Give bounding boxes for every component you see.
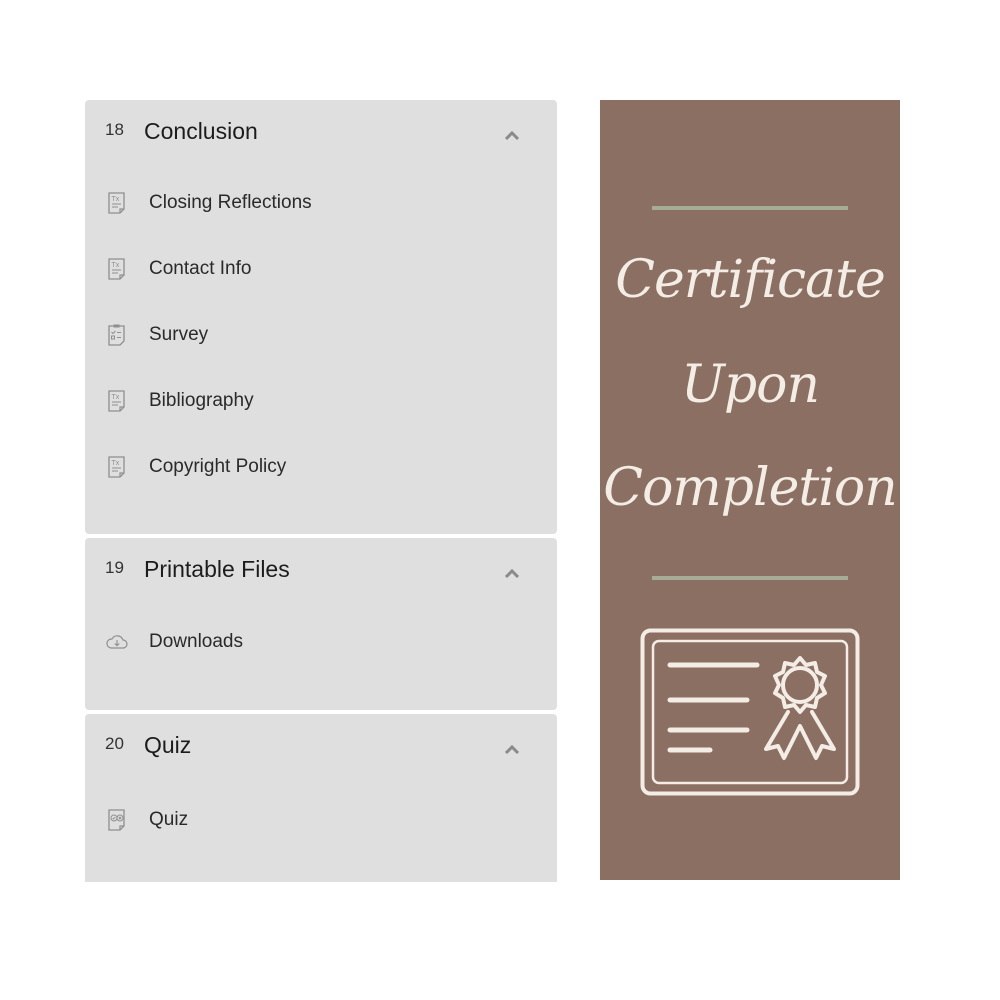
lesson-item[interactable]: Tx Closing Reflections <box>85 183 557 223</box>
top-divider <box>652 206 848 210</box>
certificate-panel: Certificate Upon Completion <box>600 100 900 880</box>
chevron-up-icon[interactable] <box>503 128 521 142</box>
module-number: 20 <box>105 734 124 753</box>
survey-clipboard-icon <box>108 324 125 346</box>
module-quiz: 20 Quiz Quiz <box>85 714 557 882</box>
course-outline: 18 Conclusion Tx Closing Reflections Tx … <box>85 100 557 882</box>
lesson-item[interactable]: Tx Copyright Policy <box>85 447 557 487</box>
text-document-icon: Tx <box>108 456 125 478</box>
cloud-download-icon <box>106 635 128 649</box>
module-number: 19 <box>105 558 124 577</box>
module-header[interactable]: 18 Conclusion <box>85 100 557 166</box>
lesson-item[interactable]: Tx Bibliography <box>85 381 557 421</box>
svg-text:Tx: Tx <box>112 196 120 203</box>
lesson-item[interactable]: Tx Contact Info <box>85 249 557 289</box>
chevron-up-icon[interactable] <box>503 742 521 756</box>
quiz-icon <box>108 809 125 831</box>
module-number: 18 <box>105 120 124 139</box>
lesson-item[interactable]: Quiz <box>85 800 557 840</box>
lesson-label: Contact Info <box>149 258 252 279</box>
lesson-label: Closing Reflections <box>149 192 312 213</box>
module-title: Quiz <box>144 732 192 758</box>
text-document-icon: Tx <box>108 390 125 412</box>
certificate-heading-line2: Upon <box>681 355 820 415</box>
module-conclusion: 18 Conclusion Tx Closing Reflections Tx … <box>85 100 557 534</box>
certificate-heading-line1: Certificate <box>615 250 886 310</box>
lesson-item[interactable]: Survey <box>85 315 557 355</box>
lesson-label: Downloads <box>149 631 243 652</box>
lesson-label: Bibliography <box>149 390 254 411</box>
module-printable-files: 19 Printable Files Downloads <box>85 538 557 710</box>
certificate-icon <box>640 628 860 796</box>
lesson-label: Copyright Policy <box>149 456 287 477</box>
chevron-up-icon[interactable] <box>503 566 521 580</box>
lesson-item[interactable]: Downloads <box>85 622 557 662</box>
lesson-label: Survey <box>149 324 209 345</box>
svg-text:Tx: Tx <box>112 262 120 269</box>
lesson-label: Quiz <box>149 809 189 830</box>
certificate-heading-line3: Completion <box>603 458 897 518</box>
svg-text:Tx: Tx <box>112 460 120 467</box>
module-title: Printable Files <box>144 556 290 582</box>
module-title: Conclusion <box>144 118 258 144</box>
module-header[interactable]: 19 Printable Files <box>85 538 557 604</box>
bottom-divider <box>652 576 848 580</box>
module-header[interactable]: 20 Quiz <box>85 714 557 780</box>
text-document-icon: Tx <box>108 258 125 280</box>
text-document-icon: Tx <box>108 192 125 214</box>
svg-text:Tx: Tx <box>112 394 120 401</box>
